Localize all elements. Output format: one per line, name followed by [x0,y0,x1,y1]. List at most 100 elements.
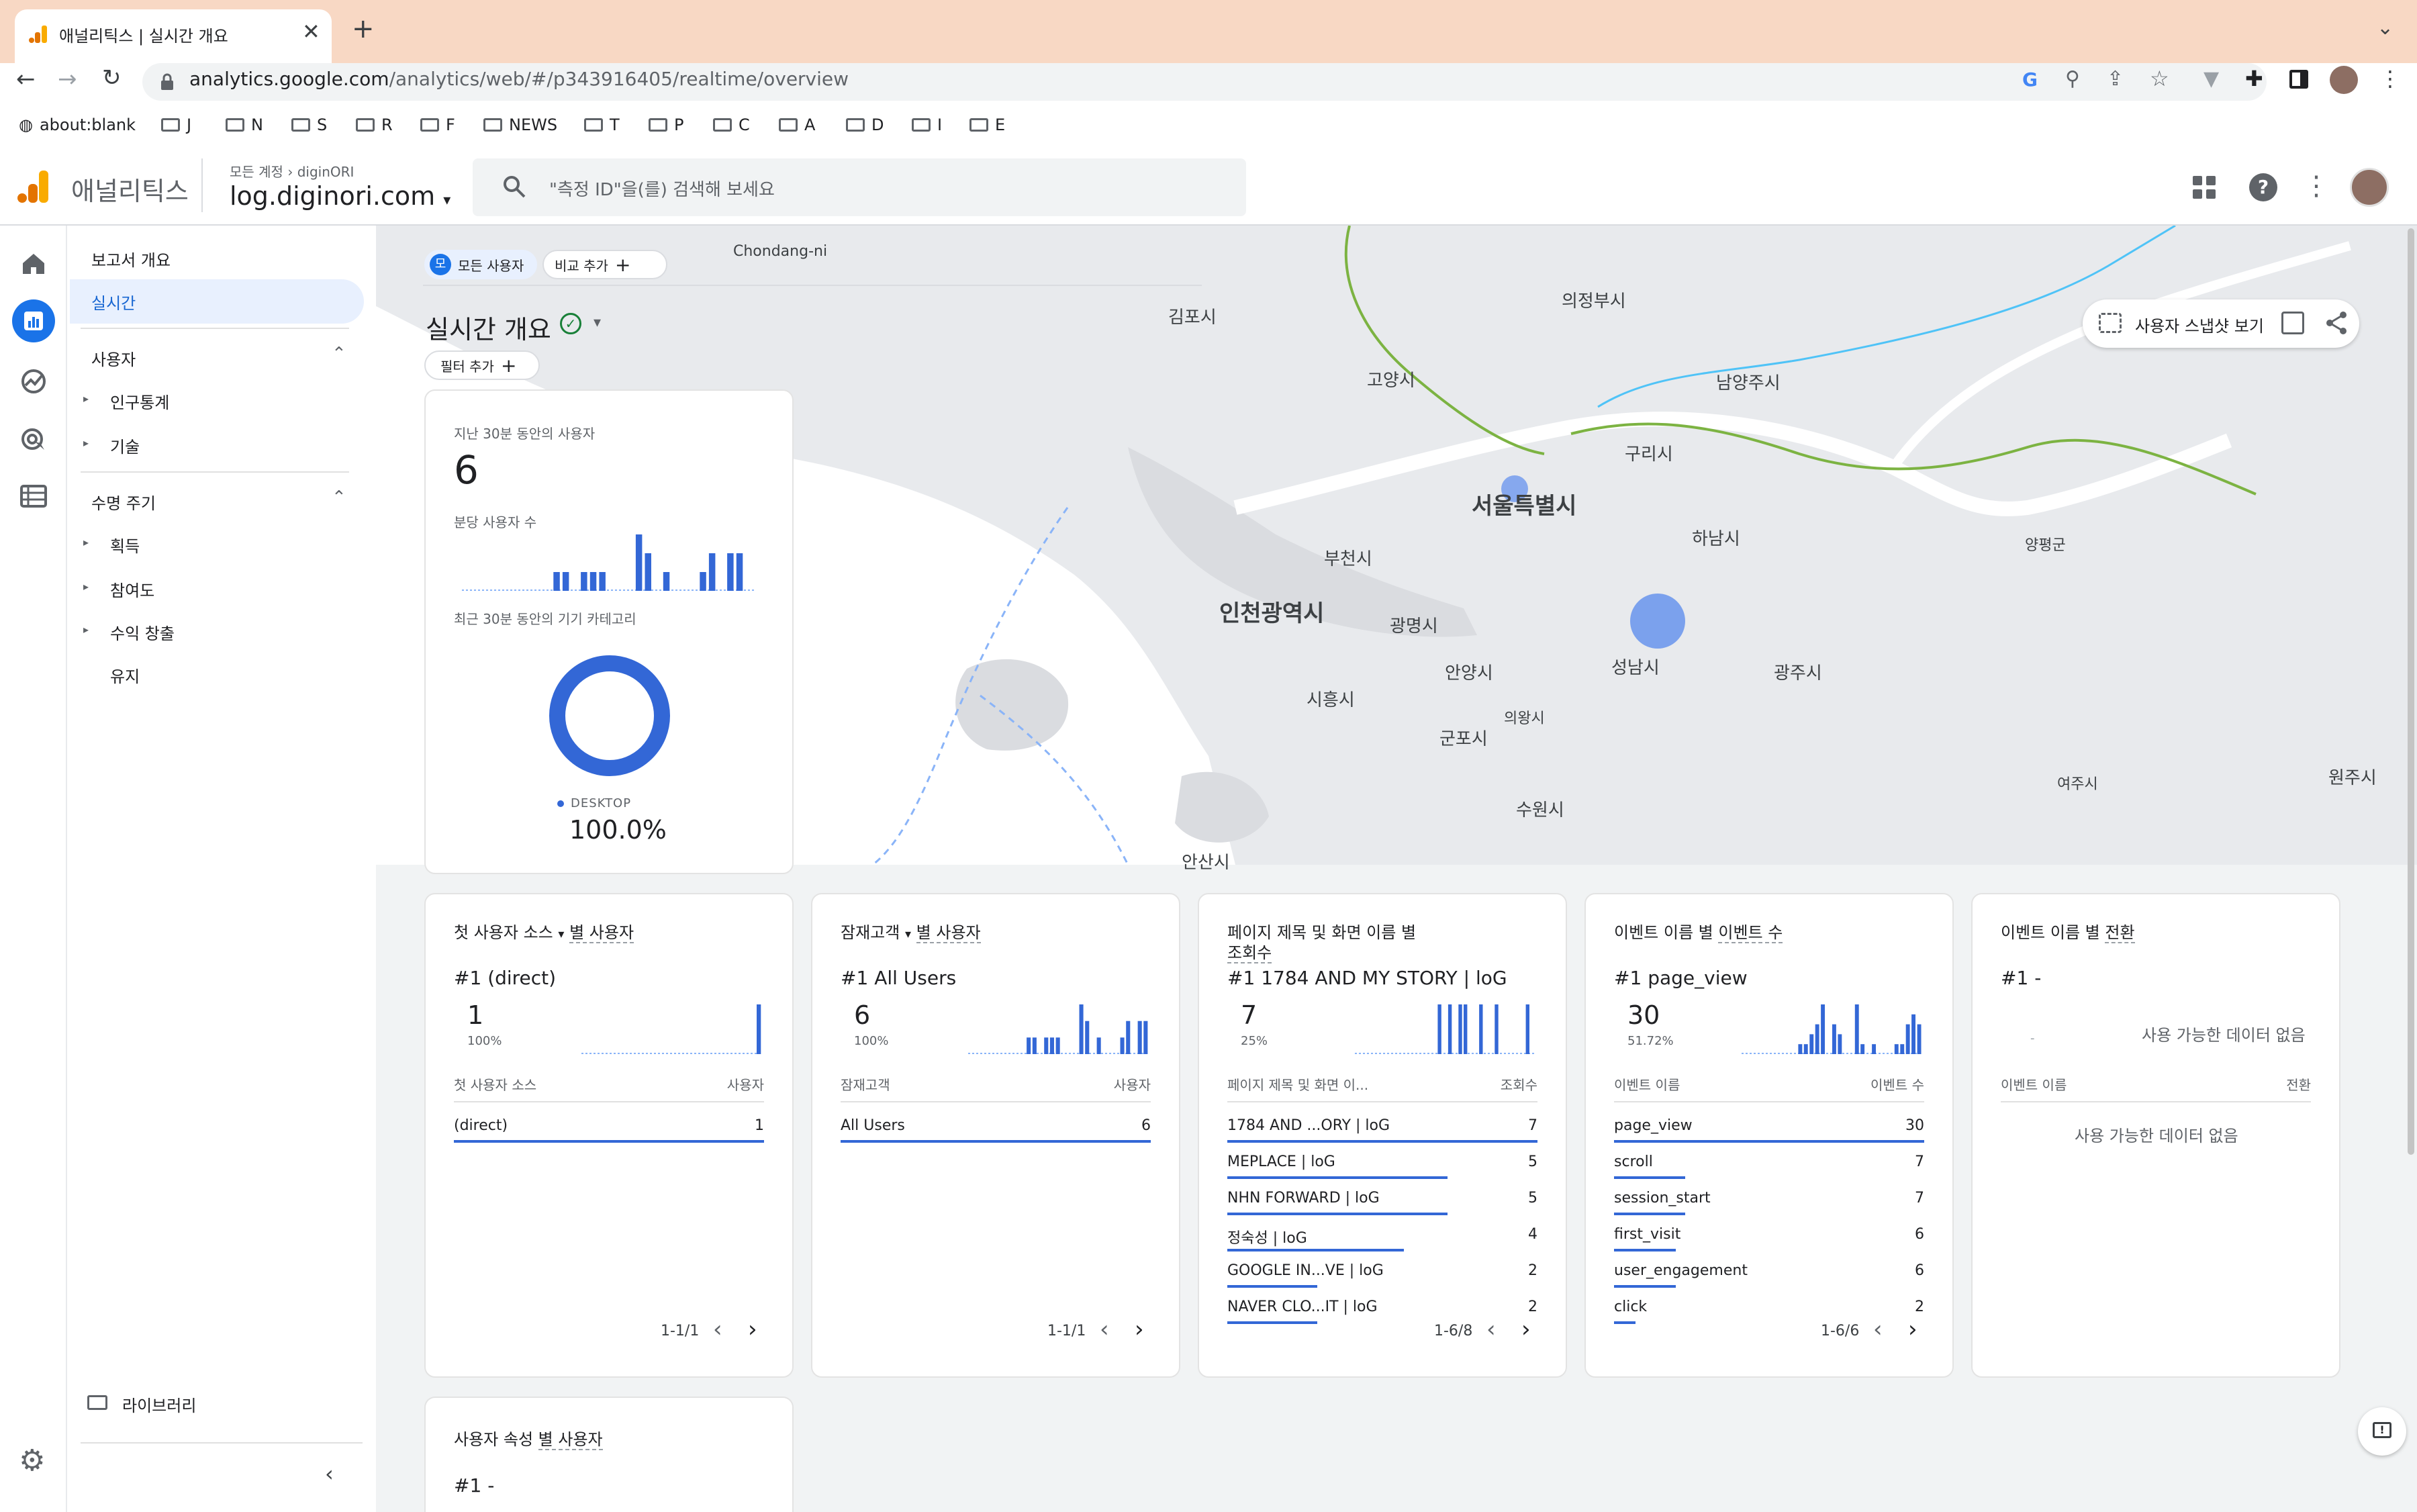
card-sparkline-chart[interactable] [968,1000,1149,1054]
home-icon[interactable] [20,251,47,275]
spark-bar[interactable] [1854,1004,1859,1054]
segment-chip-all-users[interactable]: 모 모든 사용자 [424,250,537,279]
table-col-name-header[interactable]: 첫 사용자 소스 [454,1074,536,1094]
new-tab-button[interactable]: + [352,13,375,44]
account-avatar[interactable] [2350,168,2389,207]
product-name[interactable]: 애널리틱스 [71,171,189,207]
nav-demographics[interactable]: 인구통계 [110,389,169,413]
table-col-value-header[interactable]: 사용자 [1114,1074,1151,1094]
table-col-value-header[interactable]: 조회수 [1501,1074,1537,1094]
library-folder-icon[interactable] [87,1395,107,1410]
bookmark-folder-j[interactable]: J [161,113,191,137]
row-name[interactable]: page_view [1614,1117,1693,1134]
card-title[interactable]: 잠재고객 ▾ 별 사용자 [841,923,1156,945]
bookmark-about-blank[interactable]: ◍ about:blank [19,113,136,137]
prev-page-chevron-icon[interactable]: ‹ [1486,1316,1496,1343]
spark-bar[interactable] [1525,1004,1529,1054]
bookmark-folder-a[interactable]: A [779,113,815,137]
table-col-value-header[interactable]: 사용자 [727,1074,764,1094]
table-row[interactable]: NHN FORWARD | loG 5 [1227,1184,1537,1221]
feedback-button[interactable]: ! [2358,1407,2406,1456]
per-minute-bar-chart[interactable] [462,530,755,591]
google-lens-icon[interactable]: G [2022,68,2038,91]
analytics-logo-icon[interactable] [17,169,50,204]
bookmark-folder-d[interactable]: D [846,113,884,137]
page-scrollbar[interactable] [2408,228,2414,1155]
spark-bar[interactable] [589,572,597,591]
tab-close-icon[interactable]: ✕ [302,19,320,44]
table-row[interactable]: scroll 7 [1614,1148,1924,1184]
table-row[interactable]: 정숙성 | loG 4 [1227,1221,1537,1257]
spark-bar[interactable] [1032,1037,1037,1054]
next-page-chevron-icon[interactable]: › [1521,1316,1531,1343]
table-row[interactable]: GOOGLE IN...VE | loG 2 [1227,1257,1537,1293]
table-row[interactable]: MEPLACE | loG 5 [1227,1148,1537,1184]
add-filter-chip[interactable]: 필터 추가 + [424,350,540,380]
table-col-value-header[interactable]: 이벤트 수 [1870,1074,1924,1094]
forward-arrow-icon[interactable]: → [58,66,77,93]
user-location-bubble-seongnam[interactable] [1630,594,1685,649]
zoom-icon[interactable]: ⚲ [2065,67,2080,91]
card-title[interactable]: 이벤트 이름 별 이벤트 수 [1614,923,1930,943]
apps-grid-icon[interactable] [2193,176,2216,199]
spark-bar[interactable] [1917,1024,1922,1054]
spark-bar[interactable] [553,572,560,591]
tab-search-chevron-icon[interactable]: ⌄ [2377,16,2394,40]
back-arrow-icon[interactable]: ← [16,66,36,93]
spark-bar[interactable] [645,553,652,591]
prev-page-chevron-icon[interactable]: ‹ [1100,1316,1109,1343]
prev-page-chevron-icon[interactable]: ‹ [1873,1316,1883,1343]
spark-bar[interactable] [1821,1004,1825,1054]
profile-avatar[interactable] [2330,66,2358,94]
row-name[interactable]: click [1614,1298,1647,1315]
table-row[interactable]: (direct) 1 [454,1112,764,1148]
spark-bar[interactable] [1900,1044,1905,1054]
row-name[interactable]: All Users [841,1117,905,1134]
spark-bar[interactable] [1096,1037,1101,1054]
table-col-name-header[interactable]: 이벤트 이름 [2001,1074,2067,1094]
row-name[interactable]: scroll [1614,1153,1653,1170]
reports-nav-button[interactable] [12,299,55,342]
bookmark-folder-s[interactable]: S [291,113,327,137]
spark-bar[interactable] [1815,1024,1819,1054]
configure-list-icon[interactable] [20,485,47,508]
spark-bar[interactable] [1448,1004,1452,1054]
card-title[interactable]: 페이지 제목 및 화면 이름 별 조회수 [1227,923,1543,963]
help-icon[interactable]: ? [2249,173,2277,201]
spark-bar[interactable] [1079,1004,1084,1054]
spark-bar[interactable] [1803,1044,1808,1054]
customize-report-icon[interactable] [2281,312,2304,334]
spark-bar[interactable] [1049,1037,1054,1054]
next-page-chevron-icon[interactable]: › [1908,1316,1917,1343]
bookmark-folder-e[interactable]: E [969,113,1005,137]
spark-bar[interactable] [1798,1044,1803,1054]
add-comparison-chip[interactable]: 비교 추가 + [542,250,667,279]
collapse-nav-chevron-icon[interactable]: ‹ [325,1461,334,1486]
spark-bar[interactable] [1838,1034,1842,1054]
expand-arrow-icon[interactable]: ▸ [83,580,89,593]
device-donut-chart[interactable] [542,649,677,783]
collapse-chevron-icon[interactable]: ⌃ [332,344,346,364]
expand-arrow-icon[interactable]: ▸ [83,536,89,549]
spark-bar[interactable] [1085,1021,1090,1054]
bookmark-star-icon[interactable]: ☆ [2150,66,2169,91]
next-page-chevron-icon[interactable]: › [748,1316,757,1343]
nav-retention[interactable]: 유지 [110,663,140,687]
expand-arrow-icon[interactable]: ▸ [83,623,89,636]
spark-bar[interactable] [1832,1024,1836,1054]
card-title[interactable]: 이벤트 이름 별 전환 [2001,923,2316,943]
spark-bar[interactable] [708,553,716,591]
table-col-name-header[interactable]: 페이지 제목 및 화면 이... [1227,1074,1368,1094]
spark-bar[interactable] [1120,1037,1125,1054]
table-col-value-header[interactable]: 전환 [2286,1074,2311,1094]
donut-slice-desktop[interactable] [549,655,670,776]
spark-bar[interactable] [1437,1004,1441,1054]
advertising-icon[interactable] [20,426,47,453]
spark-bar[interactable] [1027,1037,1031,1054]
table-row[interactable]: user_engagement 6 [1614,1257,1924,1293]
spark-bar[interactable] [736,553,743,591]
nav-tech[interactable]: 기술 [110,434,140,457]
title-dropdown-arrow-icon[interactable]: ▾ [594,314,601,331]
table-row[interactable]: first_visit 6 [1614,1221,1924,1257]
data-quality-check-icon[interactable]: ✓ [560,313,581,334]
